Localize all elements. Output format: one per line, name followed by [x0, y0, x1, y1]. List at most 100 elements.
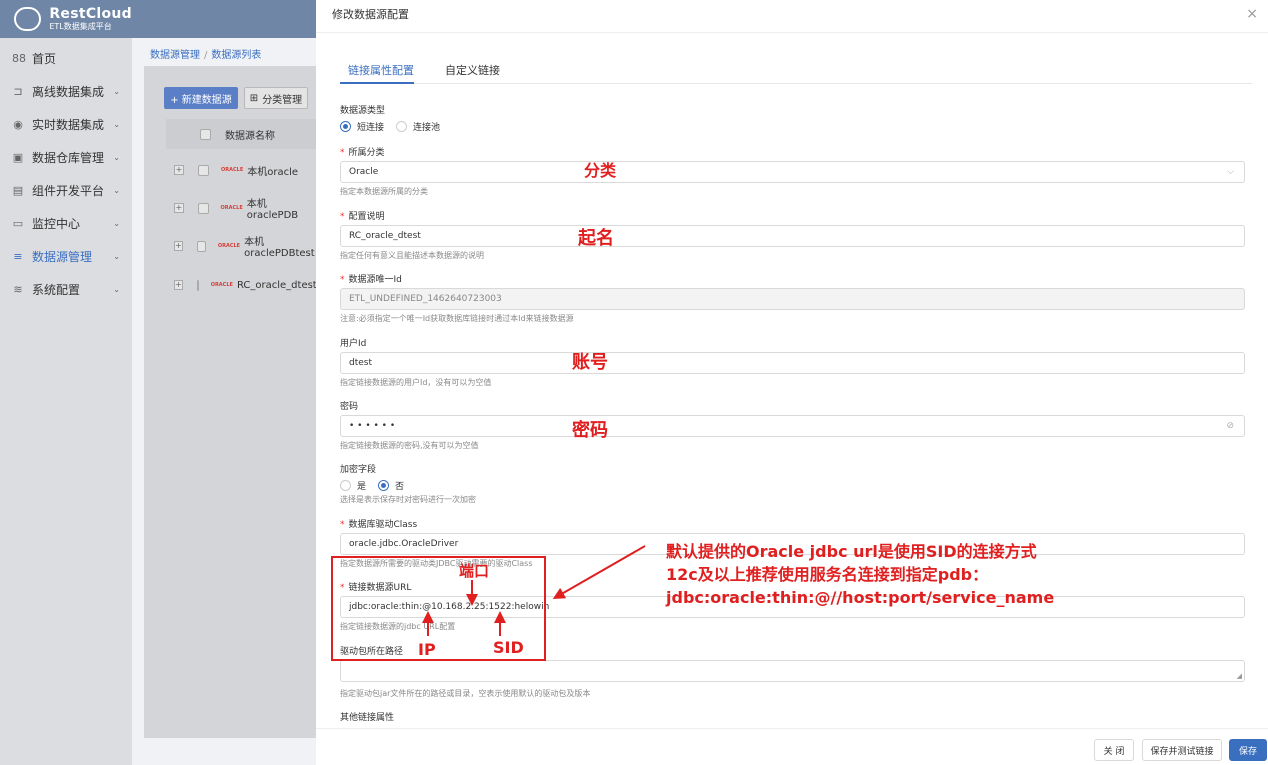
user-id-input[interactable]: dtest [340, 352, 1245, 374]
password-label: 密码 [340, 402, 359, 412]
table-row[interactable]: + ORACLE 本机oraclePDBtest [166, 228, 316, 264]
close-button[interactable]: 关 闭 [1094, 739, 1134, 761]
sidebar: RestCloud ETL数据集成平台 88 首页 ⊐ 离线数据集成 ⌄ ◉ 实时数据集成 ⌄… [0, 0, 132, 765]
sidebar-item-label: 数据仓库管理 [32, 151, 105, 165]
chevron-down-icon: ⌄ [113, 219, 120, 228]
logo: RestCloud ETL数据集成平台 [0, 0, 132, 38]
annotation-category: 分类 [584, 161, 617, 180]
breadcrumb-item[interactable]: 数据源管理 [150, 50, 200, 61]
expand-icon[interactable]: + [174, 203, 184, 213]
source-type-label: 数据源类型 [340, 106, 386, 116]
row-checkbox[interactable] [196, 240, 206, 252]
datasource-name[interactable]: 本机oraclePDBtest [244, 233, 316, 259]
sidebar-item[interactable]: ≡ 数据源管理 ⌄ [0, 240, 132, 273]
sidebar-item[interactable]: ▤ 组件开发平台 ⌄ [0, 174, 132, 207]
annotation-port: 端口 [459, 562, 490, 580]
radio-checked-icon [340, 121, 351, 132]
new-datasource-button[interactable]: + 新建数据源 [164, 87, 238, 109]
expand-icon[interactable]: + [174, 280, 183, 290]
chevron-down-icon: ⌄ [113, 252, 120, 261]
column-header-name: 数据源名称 [225, 130, 275, 142]
table-row[interactable]: + ORACLE 本机oraclePDB [166, 190, 316, 226]
select-all-checkbox[interactable] [200, 128, 211, 140]
annotation-name: 起名 [578, 228, 614, 249]
table-row[interactable]: + ORACLE RC_oracle_dtest [166, 267, 317, 303]
user-id-help: 指定链接数据源的用户Id，没有可以为空值 [340, 378, 492, 387]
driver-class-value: oracle.jdbc.OracleDriver [349, 539, 459, 549]
logo-subtitle: ETL数据集成平台 [49, 22, 112, 31]
category-select[interactable]: Oracle ⌵ [340, 161, 1245, 183]
radio-label: 连接池 [413, 123, 441, 133]
datasource-name[interactable]: 本机oracle [247, 163, 298, 178]
sidebar-item[interactable]: 88 首页 [0, 42, 132, 75]
divider [316, 32, 1268, 33]
driver-path-textarea[interactable]: ◢ [340, 660, 1245, 682]
annotation-password: 密码 [572, 420, 608, 441]
other-props-label: 其他链接属性 [340, 713, 395, 723]
unique-id-value: ETL_UNDEFINED_1462640723003 [349, 294, 502, 304]
sidebar-item[interactable]: ◉ 实时数据集成 ⌄ [0, 108, 132, 141]
chevron-down-icon: ⌄ [113, 87, 120, 96]
datasource-name[interactable]: 本机oraclePDB [247, 195, 316, 221]
category-manage-label: 分类管理 [262, 94, 303, 106]
sidebar-item-label: 系统配置 [32, 283, 81, 297]
expand-icon[interactable]: + [174, 165, 184, 175]
menu-icon: ≡ [13, 250, 23, 263]
sidebar-item-label: 组件开发平台 [32, 184, 105, 198]
user-id-label: 用户Id [340, 339, 367, 349]
radio-unchecked-icon [340, 480, 351, 491]
encrypt-radio-group: 是 否 [340, 479, 416, 492]
config-desc-input[interactable]: RC_oracle_dtest [340, 225, 1245, 247]
sidebar-item[interactable]: ≋ 系统配置 ⌄ [0, 273, 132, 306]
driver-path-help: 指定驱动包jar文件所在的路径或目录，空表示使用默认的驱动包及版本 [340, 689, 591, 698]
user-id-value: dtest [349, 358, 372, 368]
config-desc-help: 指定任何有意义且能描述本数据源的说明 [340, 251, 484, 260]
row-checkbox[interactable] [198, 164, 209, 176]
driver-class-label: * 数据库驱动Class [340, 520, 418, 530]
unique-id-input: ETL_UNDEFINED_1462640723003 [340, 288, 1245, 310]
expand-icon[interactable]: + [174, 241, 183, 251]
password-help: 指定链接数据源的密码,没有可以为空值 [340, 441, 479, 450]
radio-label: 否 [395, 482, 405, 492]
radio-encrypt-no[interactable]: 否 [378, 479, 404, 492]
password-input[interactable]: • • • • • • ⊘ [340, 415, 1245, 437]
annotation-ip: IP [418, 640, 436, 659]
logo-title: RestCloud [49, 6, 132, 22]
dialog-footer: 关 闭 保存并测试链接 保存 [316, 728, 1268, 765]
driver-class-label-text: 数据库驱动Class [348, 520, 418, 530]
radio-label: 短连接 [357, 123, 385, 133]
row-checkbox[interactable] [197, 202, 209, 214]
sidebar-item[interactable]: ▭ 监控中心 ⌄ [0, 207, 132, 240]
chevron-down-icon: ⌄ [113, 120, 120, 129]
unique-id-label: * 数据源唯一Id [340, 275, 402, 285]
cloud-icon [14, 7, 42, 31]
eye-invisible-icon[interactable]: ⊘ [1226, 421, 1234, 431]
category-manage-button[interactable]: ⊞ 分类管理 [244, 87, 308, 109]
save-and-test-button[interactable]: 保存并测试链接 [1142, 739, 1222, 761]
annotation-note: 默认提供的Oracle jdbc url是使用SID的连接方式 12c及以上推荐… [666, 540, 1054, 609]
radio-checked-icon [378, 480, 390, 491]
row-checkbox[interactable] [196, 279, 199, 291]
save-button[interactable]: 保存 [1229, 739, 1267, 761]
sidebar-item[interactable]: ▣ 数据仓库管理 ⌄ [0, 141, 132, 174]
oracle-logo: ORACLE [217, 243, 241, 249]
tab-link-properties[interactable]: 链接属性配置 [348, 62, 414, 78]
radio-short-connection[interactable]: 短连接 [340, 120, 384, 133]
table-row[interactable]: + ORACLE 本机oracle [166, 152, 316, 188]
datasource-name[interactable]: RC_oracle_dtest [237, 280, 317, 291]
breadcrumb-item[interactable]: 数据源列表 [211, 50, 261, 61]
category-help: 指定本数据源所属的分类 [340, 187, 428, 196]
radio-encrypt-yes[interactable]: 是 [340, 479, 366, 492]
menu-icon: ≋ [13, 283, 23, 296]
table-header: 数据源名称 [166, 119, 316, 149]
resize-handle-icon[interactable]: ◢ [1237, 672, 1242, 680]
close-icon[interactable]: × [1246, 6, 1258, 22]
chevron-down-icon: ⌄ [113, 153, 120, 162]
tab-custom-link[interactable]: 自定义链接 [445, 62, 500, 78]
sidebar-item[interactable]: ⊐ 离线数据集成 ⌄ [0, 75, 132, 108]
menu-icon: ▤ [12, 184, 24, 197]
dialog-tabs: 链接属性配置 自定义链接 [340, 60, 1252, 84]
chevron-down-icon: ⌄ [113, 285, 120, 294]
radio-connection-pool[interactable]: 连接池 [396, 120, 440, 133]
unique-id-help: 注意:必须指定一个唯一Id获取数据库链接时通过本Id来链接数据源 [340, 314, 574, 323]
